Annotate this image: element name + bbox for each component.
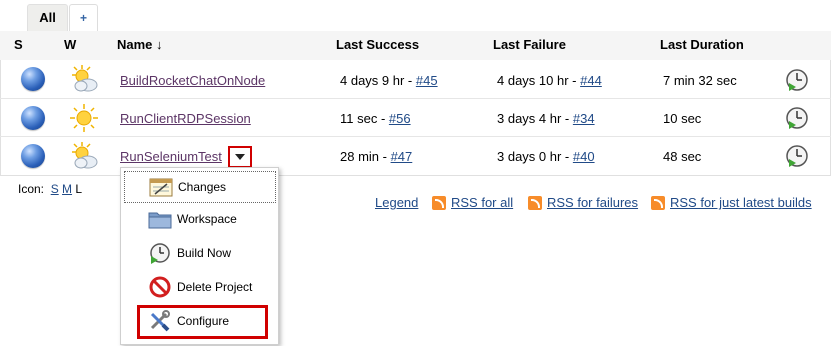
success-build-link[interactable]: #47 (391, 149, 413, 164)
job-menu-dropdown-button[interactable] (228, 146, 252, 168)
last-duration: 7 min 32 sec (663, 73, 737, 88)
rss-failures-link[interactable]: RSS for failures (547, 195, 638, 210)
last-success-time: 11 sec - (340, 111, 389, 126)
clock-build-icon (150, 243, 170, 264)
wrench-screwdriver-icon (150, 310, 170, 332)
column-status[interactable]: S (14, 37, 23, 52)
last-duration: 10 sec (663, 111, 702, 126)
tab-all[interactable]: All (27, 4, 68, 31)
failure-build-link[interactable]: #44 (580, 73, 602, 88)
column-weather[interactable]: W (64, 37, 76, 52)
last-failure-time: 3 days 0 hr - (497, 149, 573, 164)
job-link[interactable]: RunSeleniumTest (120, 149, 222, 164)
sunny-icon (70, 104, 98, 132)
last-duration: 48 sec (663, 149, 702, 164)
column-last-failure[interactable]: Last Failure (493, 37, 566, 52)
job-link[interactable]: RunClientRDPSession (120, 111, 251, 126)
menu-item-label: Build Now (177, 246, 232, 260)
job-link[interactable]: BuildRocketChatOnNode (120, 73, 265, 88)
legend-link[interactable]: Legend (375, 195, 418, 210)
partly-cloudy-icon (72, 142, 98, 169)
job-context-menu: Changes Workspace Build Now Delete Proje… (120, 167, 279, 345)
last-success-time: 28 min - (340, 149, 391, 164)
failure-build-link[interactable]: #40 (573, 149, 595, 164)
rss-icon (651, 196, 665, 210)
schedule-build-icon[interactable] (785, 144, 809, 168)
last-failure-cell: 3 days 0 hr - #40 (497, 149, 595, 164)
menu-item-delete-project[interactable]: Delete Project (124, 272, 274, 302)
rss-icon (432, 196, 446, 210)
menu-item-build-now[interactable]: Build Now (124, 238, 274, 268)
rss-latest-link[interactable]: RSS for just latest builds (670, 195, 812, 210)
icon-size-medium[interactable]: M (62, 182, 72, 196)
last-failure-cell: 4 days 10 hr - #44 (497, 73, 602, 88)
notepad-icon (149, 178, 173, 197)
blue-ball-icon (21, 144, 45, 168)
menu-item-label: Workspace (177, 212, 237, 226)
icon-size-small[interactable]: S (51, 182, 59, 196)
menu-item-workspace[interactable]: Workspace (124, 204, 274, 234)
icon-size-large: L (75, 182, 83, 196)
last-success-cell: 4 days 9 hr - #45 (340, 73, 438, 88)
last-success-cell: 11 sec - #56 (340, 111, 411, 126)
icon-size-label: Icon: (18, 182, 45, 196)
add-view-tab[interactable]: + (69, 4, 98, 31)
menu-item-label: Changes (178, 180, 227, 194)
failure-build-link[interactable]: #34 (573, 111, 595, 126)
column-last-success[interactable]: Last Success (336, 37, 419, 52)
column-name[interactable]: Name ↓ (117, 37, 163, 52)
column-last-duration[interactable]: Last Duration (660, 37, 744, 52)
last-success-cell: 28 min - #47 (340, 149, 412, 164)
success-build-link[interactable]: #45 (416, 73, 438, 88)
chevron-down-icon (235, 154, 245, 160)
menu-item-label: Configure (177, 314, 230, 328)
last-failure-cell: 3 days 4 hr - #34 (497, 111, 595, 126)
success-build-link[interactable]: #56 (389, 111, 411, 126)
row-divider (0, 136, 831, 137)
last-failure-time: 4 days 10 hr - (497, 73, 581, 88)
menu-item-changes[interactable]: Changes (124, 171, 276, 203)
icon-size-selector: Icon: S M L (18, 182, 82, 196)
rss-all-link[interactable]: RSS for all (451, 195, 513, 210)
folder-icon (148, 212, 172, 229)
menu-item-label: Delete Project (177, 280, 253, 294)
no-entry-icon (149, 276, 171, 298)
blue-ball-icon (21, 106, 45, 130)
rss-icon (528, 196, 542, 210)
schedule-build-icon[interactable] (785, 106, 809, 130)
menu-item-configure[interactable]: Configure (137, 305, 268, 339)
blue-ball-icon (21, 67, 45, 91)
row-divider (0, 98, 831, 99)
last-failure-time: 3 days 4 hr - (497, 111, 573, 126)
schedule-build-icon[interactable] (785, 68, 809, 92)
last-success-time: 4 days 9 hr - (340, 73, 416, 88)
partly-cloudy-icon (72, 65, 98, 92)
